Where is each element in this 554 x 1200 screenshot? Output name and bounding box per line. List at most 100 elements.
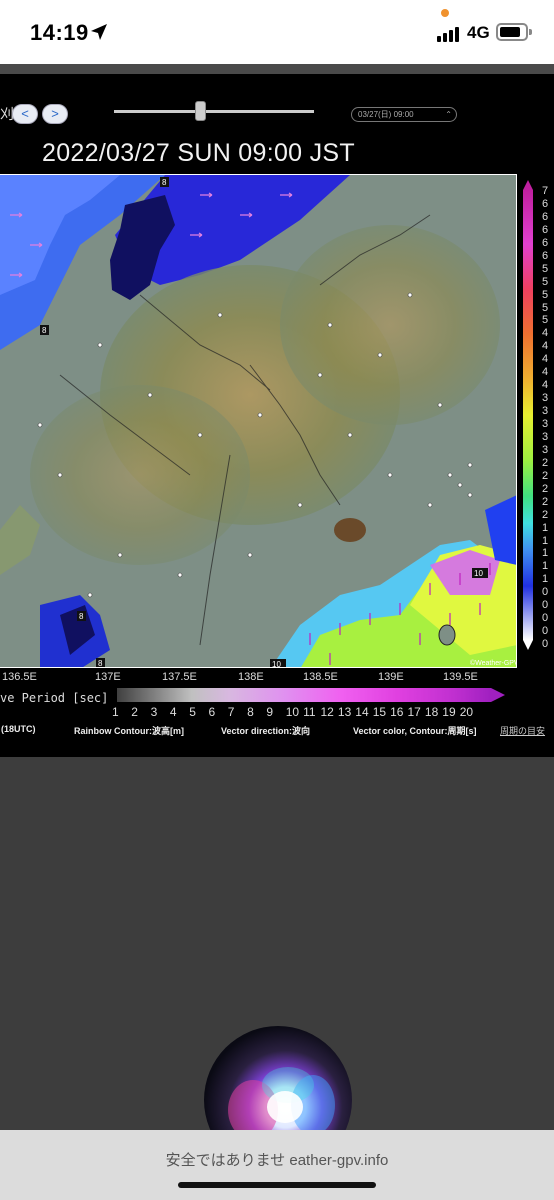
vector-direction-legend: Vector direction:波向 [221,726,311,736]
period-number: 4 [169,705,177,719]
vector-color-legend: Vector color, Contour:周期[s] [353,726,477,736]
height-scale-label: 1 [542,573,549,586]
period-number: 1 [112,705,119,719]
height-scale-label: 1 [542,560,549,573]
height-scale-label: 0 [542,638,549,651]
lon-label: 136.5E [2,671,37,683]
height-scale-label: 4 [542,379,549,392]
height-scale-label: 4 [542,340,549,353]
period-number: 9 [266,705,274,719]
network-type: 4G [467,23,490,42]
wave-map[interactable]: ©Weather-GPV 8 8 8 8 10 10 [0,174,517,668]
station-label: 8 [98,659,103,668]
height-scale-label: 1 [542,521,549,534]
height-scale-label: 6 [542,223,549,236]
lon-label: 137.5E [162,671,197,683]
period-number: 8 [247,705,254,719]
period-number: 19 [442,705,456,719]
wave-period-label: ve Period [sec] [0,691,109,705]
chevron-updown-icon: ⌃ [445,110,452,119]
height-scale-label: 3 [542,392,549,405]
wave-period-colorbar [117,688,505,702]
height-scale-label: 3 [542,443,549,456]
height-scale-label: 5 [542,288,549,301]
station-label: 10 [272,660,281,668]
lon-label: 138.5E [303,671,338,683]
longitude-axis: 136.5E 137E 137.5E 138E 138.5E 139E 139.… [0,669,517,687]
date-select[interactable]: 03/27(日) 09:00 ⌃ [351,107,457,122]
height-scale-label: 4 [542,353,549,366]
period-number: 2 [131,705,138,719]
period-number: 7 [227,705,235,719]
init-time-label: (18UTC) [1,724,36,734]
height-scale-label: 5 [542,314,549,327]
period-number: 14 [355,705,369,719]
recording-indicator [441,9,449,17]
height-scale-label: 0 [542,586,549,599]
address-bar[interactable]: 安全ではありませ eather-gpv.info [0,1149,554,1170]
height-scale-label: 6 [542,210,549,223]
height-scale-label: 3 [542,418,549,430]
location-arrow-icon [91,24,107,40]
station-label: 10 [474,569,483,578]
height-scale-label: 2 [542,508,549,521]
period-number: 20 [459,705,474,719]
lon-label: 138E [238,671,264,683]
wave-forecast-panel: 刈 < > 03/27(日) 09:00 ⌃ 2022/03/27 SUN 09… [0,64,554,757]
height-scale-label: 7 [542,185,549,197]
period-number: 17 [407,705,421,719]
browser-content: 刈 < > 03/27(日) 09:00 ⌃ 2022/03/27 SUN 09… [0,64,554,1130]
period-number: 13 [337,705,352,719]
period-number: 5 [189,705,196,719]
height-scale-label: 0 [542,599,549,612]
height-scale-label: 3 [542,430,549,443]
map-watermark: ©Weather-GPV [470,659,517,667]
battery-icon [496,23,532,41]
period-number: 10 [285,705,300,719]
legend-row: (18UTC) Rainbow Contour:波高[m] Vector dir… [0,724,554,738]
height-scale-label: 2 [542,469,549,482]
height-scale-label: 5 [542,262,549,275]
height-scale-label: 0 [542,612,549,625]
period-number: 16 [390,705,404,719]
rainbow-contour-legend: Rainbow Contour:波高[m] [74,726,184,736]
height-scale-label: 0 [542,625,549,638]
date-select-value: 03/27(日) 09:00 [358,110,414,119]
height-scale-label: 1 [542,547,549,560]
period-number: 12 [320,705,334,719]
lon-label: 137E [95,671,121,683]
station-label: 8 [42,326,47,335]
station-label: 8 [79,612,84,621]
height-scale-label: 6 [542,249,549,262]
height-scale-label: 3 [542,405,549,418]
signal-bars-icon [437,26,461,42]
safari-bottom-bar: 安全ではありませ eather-gpv.info [0,1130,554,1200]
home-indicator [178,1182,376,1188]
period-number: 15 [372,705,387,719]
height-scale-label: 5 [542,301,549,314]
height-scale-label: 2 [542,482,549,495]
height-scale-label: 5 [542,275,549,288]
period-guide-link[interactable]: 周期の目安 [500,724,545,737]
station-label: 8 [162,178,167,187]
period-number: 6 [208,705,216,719]
status-bar: 14:19 4G [0,0,554,64]
height-scale-label: 6 [542,197,549,210]
wave-height-scale [523,180,533,650]
prev-time-button[interactable]: < [12,104,38,124]
forecast-datetime-title: 2022/03/27 SUN 09:00 JST [42,139,355,167]
period-number: 18 [424,705,439,719]
next-time-button[interactable]: > [42,104,68,124]
height-scale-label: 1 [542,534,549,547]
lon-label: 139.5E [443,671,478,683]
wave-period-numbers: 1 2 3 4 5 6 7 8 9 10 11 12 13 14 15 16 17 18 19 20 [112,705,502,721]
height-scale-label: 2 [542,456,549,469]
clock-time: 14:19 [30,20,89,45]
height-scale-label: 4 [542,366,549,379]
time-slider-thumb[interactable] [195,101,206,121]
period-number: 11 [303,705,316,719]
height-scale-label: 4 [542,327,549,340]
time-slider[interactable] [114,110,314,113]
height-scale-label: 2 [542,495,549,508]
terrain-map: ©Weather-GPV 8 8 8 8 10 10 [0,175,517,668]
